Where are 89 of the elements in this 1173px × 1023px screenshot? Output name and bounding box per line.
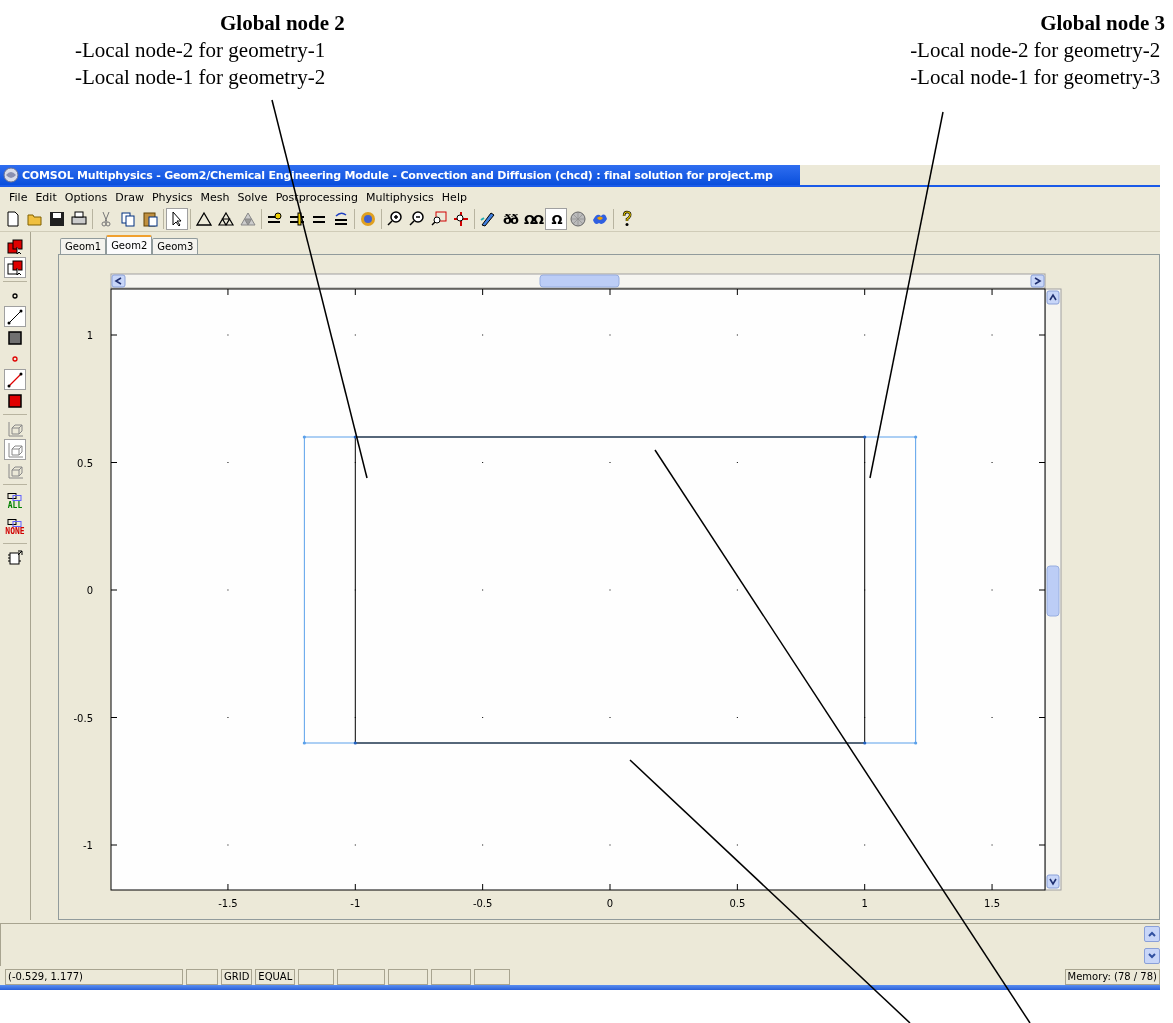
mesh-icon — [569, 210, 588, 228]
menu-item[interactable]: Help — [438, 190, 470, 204]
status-pane — [337, 969, 386, 985]
pencil-icon — [479, 210, 497, 228]
box-icon — [6, 419, 24, 438]
axis-label: -1.5 — [218, 898, 238, 909]
annotation-text: -Local node-2 for geometry-1 — [75, 37, 327, 64]
annotation-text: -Local node-2 for geometry-2 — [910, 37, 1162, 64]
bars-icon — [288, 210, 306, 228]
overlapping-rectangles-icon — [7, 518, 23, 527]
box-icon — [6, 461, 24, 480]
toolbar-button[interactable]: ΩΩ — [521, 208, 546, 230]
scroll-down-button[interactable] — [1144, 948, 1160, 964]
triangle-icon — [195, 210, 213, 228]
copy-icon — [119, 210, 137, 228]
select-button[interactable]: ALL — [1, 488, 29, 514]
zoom-in-icon — [386, 210, 404, 228]
menu-item[interactable]: Solve — [234, 190, 271, 204]
scroll-up-button[interactable] — [1046, 290, 1060, 305]
scroll-left-button[interactable] — [111, 274, 126, 288]
status-pane — [298, 969, 335, 985]
status-pane — [388, 969, 429, 985]
point-icon — [12, 355, 18, 362]
axis-label: 1 — [861, 898, 868, 909]
document-icon — [4, 210, 22, 228]
square-icon — [6, 328, 24, 347]
status-toggle[interactable]: EQUAL — [255, 969, 296, 985]
app-logo-icon — [3, 167, 19, 183]
equals-icon — [332, 210, 350, 228]
printer-icon — [70, 210, 88, 228]
chip-icon — [6, 548, 24, 567]
axis-label: -0.5 — [73, 712, 93, 724]
box-icon — [6, 440, 24, 459]
line-icon — [6, 307, 24, 326]
chevron-down-icon — [1147, 951, 1157, 961]
annotation-title: Global node 3 — [1040, 10, 1165, 37]
tab[interactable]: Geom2 — [106, 235, 153, 254]
tab[interactable]: Geom3 — [152, 238, 199, 254]
toolbar-button[interactable] — [4, 236, 26, 257]
toolbar-button[interactable] — [4, 306, 26, 327]
axis-label: -1 — [83, 840, 93, 851]
menu-item[interactable]: Physics — [148, 190, 196, 204]
annotation-text: -Local node-1 for geometry-2 — [75, 64, 327, 91]
toolbar-button[interactable]: Ω — [545, 208, 568, 230]
point-icon — [12, 292, 18, 299]
axis-label: 1 — [86, 330, 93, 341]
status-pane — [431, 969, 472, 985]
scroll-right-button[interactable] — [1030, 274, 1045, 288]
scroll-thumb[interactable] — [1046, 565, 1060, 617]
toolbar-button[interactable] — [166, 208, 188, 230]
axis-label: -0.5 — [472, 898, 493, 909]
status-pane — [474, 969, 511, 985]
axis-label: -1 — [350, 898, 361, 909]
axis-label: 0.5 — [729, 898, 746, 909]
axis-label: 0 — [86, 585, 93, 596]
square-icon — [6, 391, 24, 410]
menu-item[interactable]: Mesh — [197, 190, 233, 204]
toolbar-button[interactable]: ðð — [499, 208, 521, 230]
status-pane — [186, 969, 218, 985]
triangles-icon — [239, 210, 257, 228]
cursor-squares-icon — [6, 258, 24, 277]
menu-item[interactable]: File — [6, 190, 31, 204]
zoom-extents-icon — [452, 210, 470, 228]
annotation-title: Global node 2 — [220, 10, 345, 37]
coordinates-readout: (-0.529, 1.177) — [5, 969, 183, 985]
chevron-up-icon — [1147, 929, 1157, 939]
scroll-thumb[interactable] — [539, 274, 620, 288]
clipboard-icon — [141, 210, 159, 228]
toolbar-button[interactable] — [4, 257, 26, 278]
scroll-up-button[interactable] — [1144, 926, 1160, 942]
annotation-text: -Local node-1 for geometry-3 — [910, 64, 1162, 91]
zoom-window-icon — [430, 210, 448, 228]
memory-readout: Memory: (78 / 78) — [1064, 969, 1160, 985]
triangles-icon — [217, 210, 235, 228]
axis-label: 0.5 — [77, 457, 93, 469]
zoom-out-icon — [408, 210, 426, 228]
select-button[interactable]: NONE — [1, 514, 29, 540]
menu-item[interactable]: Edit — [32, 190, 60, 204]
menu-item[interactable]: Draw — [112, 190, 147, 204]
axis-label: 1.5 — [984, 898, 1000, 909]
axis-label: 0 — [606, 898, 614, 909]
overlapping-rectangles-icon — [7, 492, 23, 501]
line-icon — [6, 370, 24, 389]
tab[interactable]: Geom1 — [60, 238, 107, 254]
menu-item[interactable]: Options — [61, 190, 111, 204]
menu-item[interactable]: Multiphysics — [362, 190, 437, 204]
scroll-down-button[interactable] — [1046, 874, 1060, 889]
cursor-squares-icon — [6, 237, 24, 256]
status-toggle[interactable]: GRID — [221, 969, 253, 985]
